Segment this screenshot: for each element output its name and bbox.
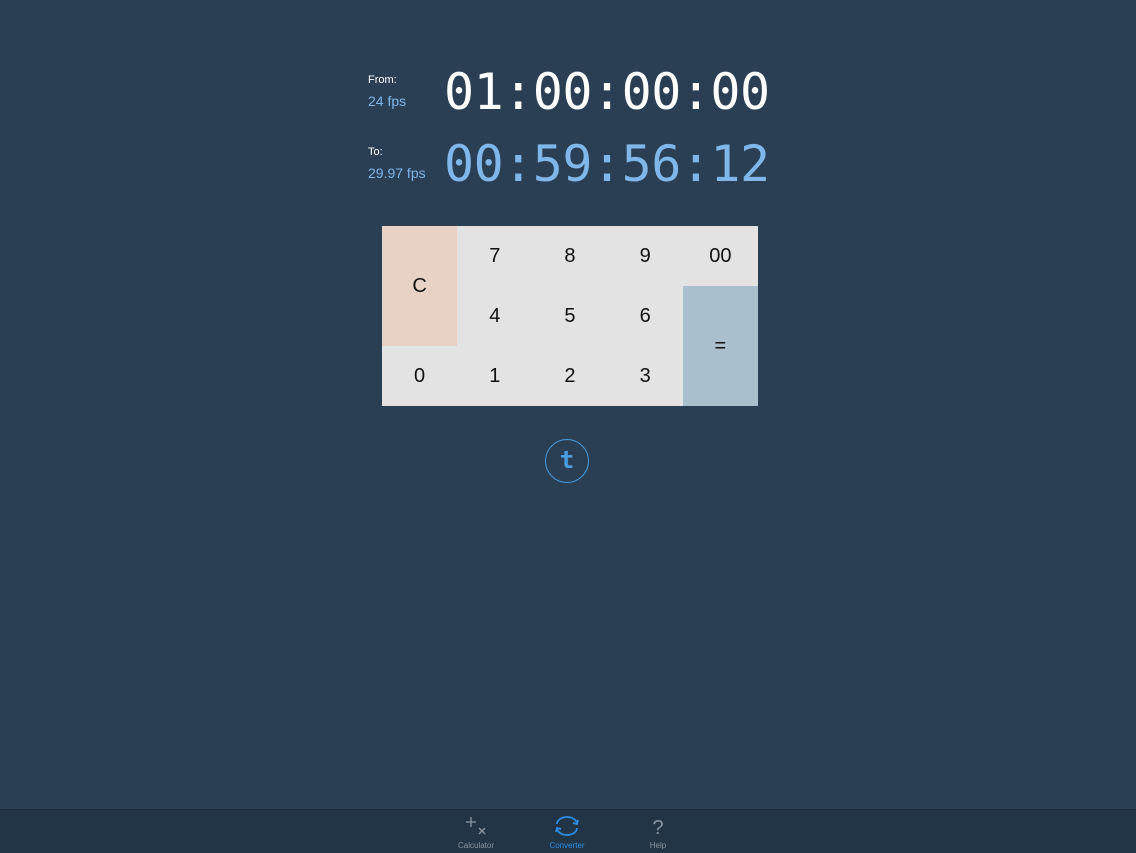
key-8[interactable]: 8	[532, 226, 608, 286]
key-6[interactable]: 6	[607, 286, 683, 346]
key-1[interactable]: 1	[457, 346, 533, 406]
to-fps-selector[interactable]: 29.97 fps	[368, 165, 426, 181]
key-0[interactable]: 0	[382, 346, 458, 406]
to-row: To: 29.97 fps 00:59:56:12	[368, 134, 788, 194]
equals-key[interactable]: =	[682, 286, 758, 406]
tab-help[interactable]: ? Help	[623, 810, 693, 853]
clear-key[interactable]: C	[382, 226, 458, 346]
key-7[interactable]: 7	[457, 226, 533, 286]
keypad: C 7 8 9 00 4 5 6 = 0 1 2 3	[382, 226, 758, 406]
from-fps-selector[interactable]: 24 fps	[368, 93, 406, 109]
key-2[interactable]: 2	[532, 346, 608, 406]
key-5[interactable]: 5	[532, 286, 608, 346]
key-4[interactable]: 4	[457, 286, 533, 346]
tab-converter[interactable]: Converter	[532, 810, 602, 853]
tab-calculator[interactable]: Calculator	[441, 810, 511, 853]
to-timecode-display: 00:59:56:12	[444, 135, 770, 193]
svg-text:?: ?	[652, 817, 663, 839]
to-label: To:	[368, 146, 383, 158]
tab-help-label: Help	[649, 841, 667, 850]
key-3[interactable]: 3	[607, 346, 683, 406]
question-mark-icon: ?	[623, 813, 693, 839]
key-9[interactable]: 9	[607, 226, 683, 286]
from-timecode-display[interactable]: 01:00:00:00	[444, 62, 770, 122]
plus-times-icon	[441, 813, 511, 839]
from-label: From:	[368, 74, 397, 86]
from-row: From: 24 fps 01:00:00:00	[368, 62, 788, 122]
t-label: t	[559, 446, 575, 474]
convert-arrows-icon	[532, 813, 602, 839]
tab-converter-label: Converter	[549, 841, 585, 850]
tab-calculator-label: Calculator	[457, 841, 494, 850]
tab-bar: Calculator Converter ? Help	[0, 809, 1136, 853]
key-00[interactable]: 00	[682, 226, 758, 286]
timecode-toggle-button[interactable]: t	[545, 439, 589, 483]
